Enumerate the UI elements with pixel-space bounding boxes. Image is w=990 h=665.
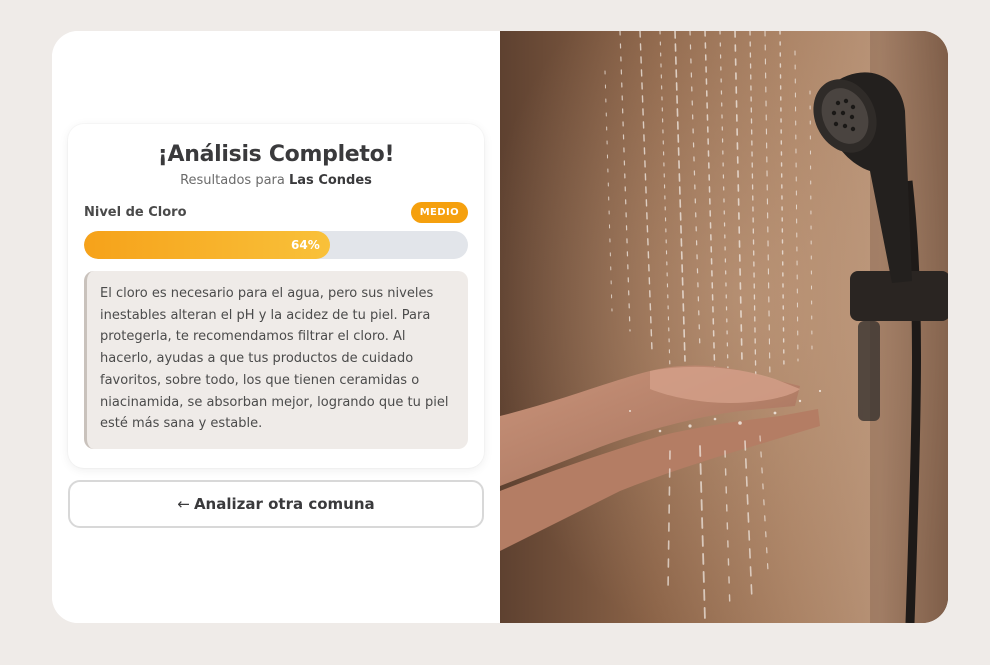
info-box: El cloro es necesario para el agua, pero…	[84, 271, 468, 449]
result-subtitle: Resultados para Las Condes	[84, 173, 468, 188]
analyze-again-button[interactable]: ← Analizar otra comuna	[68, 480, 484, 528]
chlorine-level-row: Nivel de Cloro MEDIO	[84, 202, 468, 223]
chlorine-percent: 64%	[291, 238, 320, 252]
location-name: Las Condes	[289, 173, 372, 188]
shower-photo	[500, 31, 948, 623]
result-panel: ¡Análisis Completo! Resultados para Las …	[52, 31, 500, 623]
chlorine-level-label: Nivel de Cloro	[84, 205, 187, 220]
level-badge: MEDIO	[410, 202, 468, 223]
info-text: El cloro es necesario para el agua, pero…	[100, 286, 449, 432]
arrow-left-icon: ←	[177, 495, 190, 513]
shower-illustration	[500, 31, 948, 623]
analyze-again-label: Analizar otra comuna	[193, 495, 375, 513]
chlorine-progress-fill: 64%	[84, 231, 330, 259]
subtitle-prefix: Resultados para	[180, 173, 285, 188]
result-card: ¡Análisis Completo! Resultados para Las …	[68, 124, 484, 468]
result-title: ¡Análisis Completo!	[157, 142, 395, 167]
chlorine-progress-bar: 64%	[84, 231, 468, 259]
result-modal: ¡Análisis Completo! Resultados para Las …	[52, 31, 948, 623]
